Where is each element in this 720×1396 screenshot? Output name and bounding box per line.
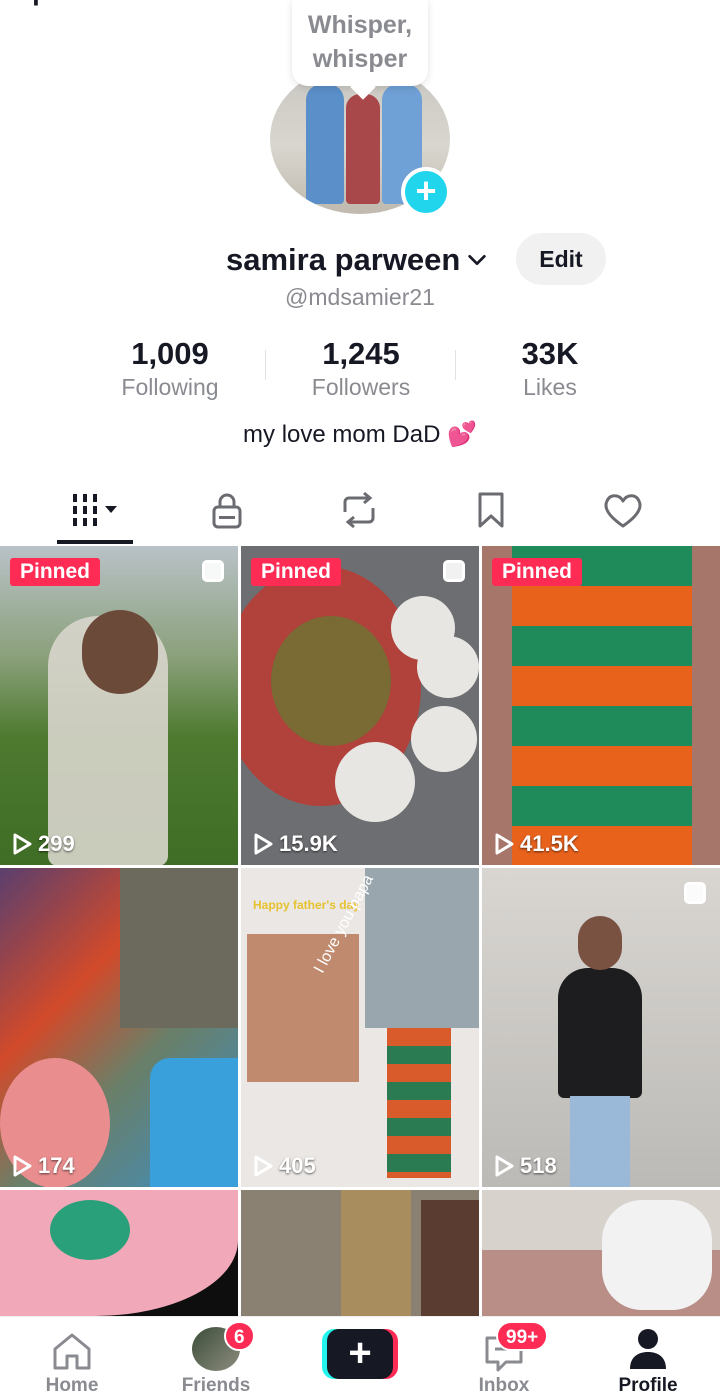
view-count-text: 15.9K: [279, 831, 338, 856]
video-thumbnail[interactable]: [241, 1190, 479, 1316]
nav-profile-label: Profile: [618, 1375, 678, 1396]
pinned-badge: Pinned: [492, 558, 583, 586]
video-thumbnail[interactable]: Happy father's day I love you papa 405: [241, 868, 479, 1187]
view-count-text: 174: [38, 1153, 75, 1178]
friends-badge: 6: [224, 1321, 255, 1351]
grid-icon: [73, 494, 117, 526]
stat-likes[interactable]: 33K Likes: [455, 336, 645, 402]
play-icon: [254, 833, 273, 855]
view-count-text: 41.5K: [520, 831, 579, 856]
edit-profile-button[interactable]: Edit: [516, 233, 606, 285]
video-thumbnail[interactable]: Pinned 299: [0, 546, 238, 865]
tab-reposts[interactable]: [299, 480, 419, 540]
view-count-text: 299: [38, 831, 75, 856]
lock-icon: [212, 493, 242, 529]
display-name: samira parween: [226, 242, 461, 277]
tab-videos[interactable]: [35, 480, 155, 540]
profile-tabs: [0, 480, 720, 546]
tab-private[interactable]: [167, 480, 287, 540]
active-tab-indicator: [57, 540, 133, 544]
chevron-down-icon[interactable]: [466, 249, 488, 271]
stat-following[interactable]: 1,009 Following: [75, 336, 265, 402]
repost-icon: [343, 491, 375, 529]
followers-count: 1,245: [322, 336, 400, 371]
tab-favorites[interactable]: [431, 480, 551, 540]
view-count: 299: [12, 831, 75, 857]
view-count: 15.9K: [253, 831, 338, 857]
whisper-tooltip: Whisper, whisper: [292, 0, 428, 86]
view-count-text: 518: [520, 1153, 557, 1178]
video-thumbnail[interactable]: Pinned 15.9K: [241, 546, 479, 865]
inbox-badge: 99+: [496, 1321, 549, 1351]
pinned-badge: Pinned: [10, 558, 101, 586]
heart-emoji: 💕: [447, 421, 477, 448]
view-count: 41.5K: [494, 831, 579, 857]
add-friend-icon[interactable]: +: [26, 0, 46, 17]
view-count: 518: [494, 1153, 557, 1179]
multi-photo-icon: [202, 560, 224, 582]
profile-bio: my love mom DaD 💕: [0, 420, 720, 449]
likes-count: 33K: [521, 336, 579, 371]
add-story-button[interactable]: +: [401, 167, 451, 217]
video-thumbnail[interactable]: [0, 1190, 238, 1316]
nav-friends[interactable]: 6 Friends: [144, 1317, 288, 1396]
profile-name-row[interactable]: samira parween: [226, 238, 488, 282]
video-thumbnail[interactable]: Pinned 41.5K: [482, 546, 720, 865]
following-count: 1,009: [131, 336, 209, 371]
likes-label: Likes: [523, 374, 577, 400]
profile-stats: 1,009 Following 1,245 Followers 33K Like…: [0, 336, 720, 404]
nav-profile[interactable]: Profile: [576, 1317, 720, 1396]
view-count: 405: [253, 1153, 316, 1179]
bottom-nav: Home 6 Friends + 99+ Inbox Profile: [0, 1316, 720, 1396]
view-count-text: 405: [279, 1153, 316, 1178]
tab-liked[interactable]: [563, 480, 683, 540]
nav-inbox[interactable]: 99+ Inbox: [432, 1317, 576, 1396]
bookmark-icon: [478, 492, 504, 528]
nav-home-label: Home: [45, 1375, 99, 1396]
heart-icon: [604, 494, 642, 528]
nav-home[interactable]: Home: [0, 1317, 144, 1396]
play-icon: [13, 1155, 32, 1177]
nav-inbox-label: Inbox: [478, 1375, 530, 1396]
multi-photo-icon: [443, 560, 465, 582]
plus-icon: +: [327, 1329, 393, 1379]
pinned-badge: Pinned: [251, 558, 342, 586]
stat-followers[interactable]: 1,245 Followers: [266, 336, 456, 402]
following-label: Following: [121, 374, 219, 400]
bio-text: my love mom DaD: [243, 421, 441, 448]
view-count: 174: [12, 1153, 75, 1179]
play-icon: [495, 833, 514, 855]
top-right-icons: [552, 0, 692, 4]
profile-icon: [630, 1329, 666, 1369]
play-icon: [13, 833, 32, 855]
play-icon: [254, 1155, 273, 1177]
video-thumbnail[interactable]: 518: [482, 868, 720, 1187]
followers-label: Followers: [311, 374, 411, 400]
create-button[interactable]: +: [322, 1329, 398, 1379]
nav-friends-label: Friends: [181, 1375, 251, 1396]
username-handle: @mdsamier21: [285, 284, 435, 310]
video-thumbnail[interactable]: 174: [0, 868, 238, 1187]
video-thumbnail[interactable]: [482, 1190, 720, 1316]
home-icon: [53, 1333, 91, 1370]
play-icon: [495, 1155, 514, 1177]
multi-photo-icon: [684, 882, 706, 904]
